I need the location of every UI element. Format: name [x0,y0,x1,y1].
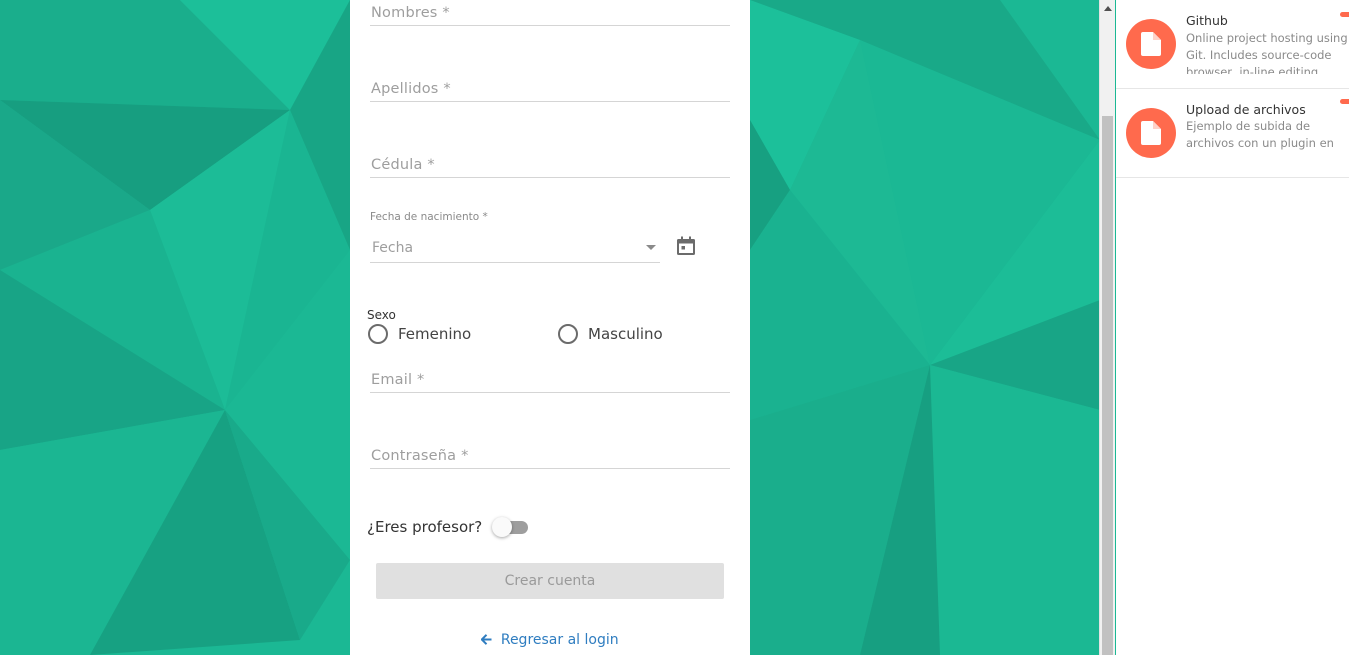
item-title: Github [1186,13,1228,28]
apellidos-field[interactable]: Apellidos * [370,76,730,102]
list-item-github[interactable]: Github Online project hosting using Git.… [1116,0,1349,89]
calendar-icon[interactable] [676,236,696,256]
vertical-scrollbar[interactable] [1099,0,1115,655]
sexo-label: Sexo [367,308,396,322]
nombres-field[interactable]: Nombres * [370,0,730,26]
file-icon [1141,121,1161,145]
avatar [1126,19,1176,69]
radio-masculino-label: Masculino [588,325,663,343]
profesor-toggle[interactable] [492,517,529,537]
file-icon [1141,32,1161,56]
cedula-placeholder: Cédula * [371,157,435,173]
back-to-login-link[interactable]: Regresar al login [350,632,750,648]
apellidos-placeholder: Apellidos * [371,81,451,97]
dropdown-caret-icon [646,245,656,250]
radio-masculino[interactable]: Masculino [558,322,663,346]
email-field[interactable]: Email * [370,367,730,393]
radio-circle[interactable] [558,324,578,344]
radio-circle[interactable] [368,324,388,344]
profesor-label: ¿Eres profesor? [367,518,483,536]
register-form-card: Nombres * Apellidos * Cédula * Fecha de … [350,0,750,655]
scrollbar-thumb[interactable] [1102,116,1113,655]
item-title: Upload de archivos [1186,102,1306,117]
item-description: Online project hosting using Git. Includ… [1186,31,1348,74]
item-description: Ejemplo de subida de archivos con un plu… [1186,119,1334,154]
fecha-select[interactable]: Fecha [370,236,660,263]
password-field[interactable]: Contraseña * [370,443,730,469]
project-list-panel: Github Online project hosting using Git.… [1116,0,1349,655]
toggle-thumb[interactable] [492,517,513,537]
scroll-up-arrow-icon[interactable] [1104,6,1112,11]
radio-femenino[interactable]: Femenino [368,322,471,346]
status-badge [1340,99,1349,104]
cedula-field[interactable]: Cédula * [370,152,730,178]
list-item-upload[interactable]: Upload de archivos Ejemplo de subida de … [1116,89,1349,178]
profesor-row: ¿Eres profesor? [367,515,529,539]
avatar [1126,108,1176,158]
back-link-label[interactable]: Regresar al login [501,632,619,648]
create-account-button[interactable]: Crear cuenta [376,563,724,599]
radio-femenino-label: Femenino [398,325,472,343]
arrow-left-icon [481,634,492,645]
fecha-label: Fecha de nacimiento * [370,211,488,223]
fecha-placeholder: Fecha [372,240,414,256]
email-placeholder: Email * [371,372,425,388]
nombres-placeholder: Nombres * [371,5,450,21]
password-placeholder: Contraseña * [371,448,469,464]
status-badge [1340,12,1349,17]
